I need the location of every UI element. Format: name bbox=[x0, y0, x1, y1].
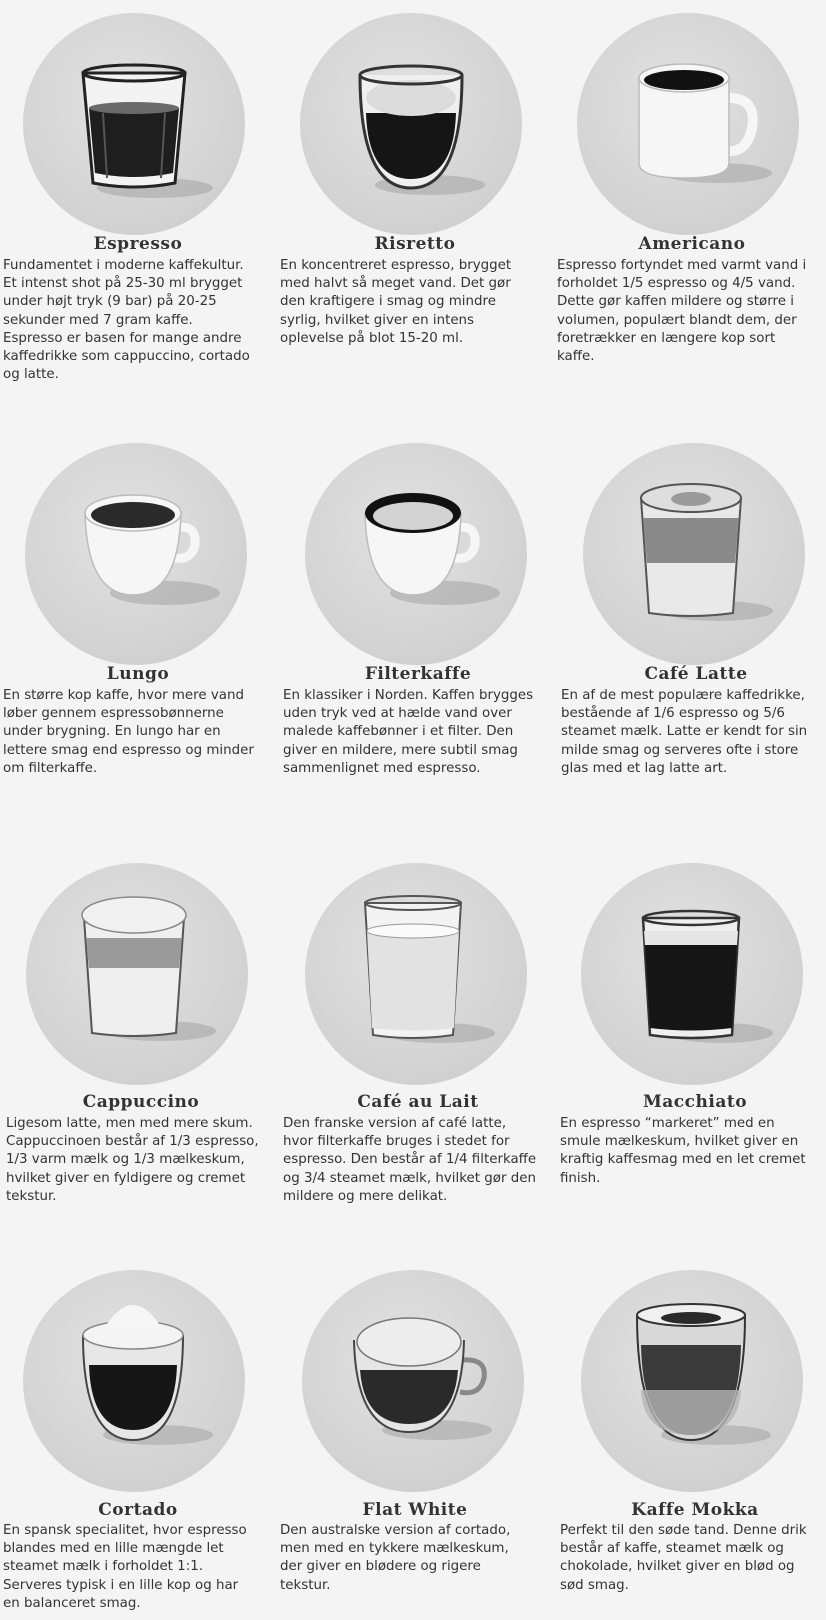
lungo-cup-icon bbox=[84, 494, 220, 605]
drink-description: Perfekt til den søde tand. Denne drik be… bbox=[560, 1523, 807, 1593]
cortado-image bbox=[23, 1270, 245, 1492]
drink-title: Café Latte bbox=[644, 664, 748, 684]
drink-description: En spansk specialitet, hvor espresso bla… bbox=[3, 1523, 247, 1611]
drink-title: Macchiato bbox=[642, 1092, 748, 1112]
latte-glass-icon bbox=[639, 483, 773, 621]
macchiato-glass-icon bbox=[641, 909, 773, 1043]
drink-title: Lungo bbox=[106, 664, 170, 684]
filter-coffee-cup-icon bbox=[364, 493, 500, 605]
americano-mug-icon bbox=[638, 63, 772, 183]
drink-description: En af de mest populære kaffedrikke, best… bbox=[561, 688, 808, 776]
ristretto-glass-icon bbox=[358, 64, 485, 195]
cappuccino-glass-icon bbox=[81, 896, 216, 1041]
drink-description: Ligesom latte, men med mere skum. Cappuc… bbox=[6, 1116, 259, 1204]
flat-white-cup-icon bbox=[353, 1317, 492, 1440]
drink-title: Filterkaffe bbox=[364, 664, 472, 684]
drink-title: Kaffe Mokka bbox=[631, 1500, 759, 1520]
espresso-image bbox=[23, 13, 245, 235]
drink-title: Americano bbox=[638, 234, 746, 254]
drink-title: Café au Lait bbox=[357, 1092, 479, 1112]
drink-description: En espresso “markeret” med en smule mælk… bbox=[560, 1116, 806, 1186]
drink-title: Cappuccino bbox=[82, 1092, 200, 1112]
drink-description: Fundamentet i moderne kaffekultur. Et in… bbox=[3, 258, 250, 383]
drink-description: En koncentreret espresso, brygget med ha… bbox=[280, 258, 512, 346]
drink-title: Risretto bbox=[374, 234, 456, 254]
cafe-latte-image bbox=[583, 443, 805, 665]
cortado-glass-icon bbox=[82, 1305, 213, 1445]
drink-title: Espresso bbox=[93, 234, 183, 254]
drink-title: Flat White bbox=[362, 1500, 468, 1520]
americano-image bbox=[577, 13, 799, 235]
cappuccino-image bbox=[26, 863, 248, 1085]
macchiato-image bbox=[581, 863, 803, 1085]
drink-description: Den australske version af cortado, men m… bbox=[280, 1523, 511, 1593]
ristretto-image bbox=[300, 13, 522, 235]
kaffe-mokka-image bbox=[581, 1270, 803, 1492]
lungo-image bbox=[25, 443, 247, 665]
drink-title: Cortado bbox=[98, 1500, 178, 1520]
flat-white-image bbox=[302, 1270, 524, 1492]
cafe-au-lait-image bbox=[305, 863, 527, 1085]
espresso-glass-icon bbox=[81, 63, 213, 198]
filterkaffe-image bbox=[305, 443, 527, 665]
drink-description: En større kop kaffe, hvor mere vand løbe… bbox=[3, 688, 254, 776]
drink-description: Espresso fortyndet med varmt vand i forh… bbox=[557, 258, 807, 365]
mokka-glass-icon bbox=[636, 1303, 771, 1445]
drink-description: Den franske version af café latte, hvor … bbox=[283, 1116, 537, 1204]
drink-description: En klassiker i Norden. Kaffen brygges ud… bbox=[283, 688, 534, 776]
cafe-au-lait-glass-icon bbox=[363, 895, 495, 1043]
